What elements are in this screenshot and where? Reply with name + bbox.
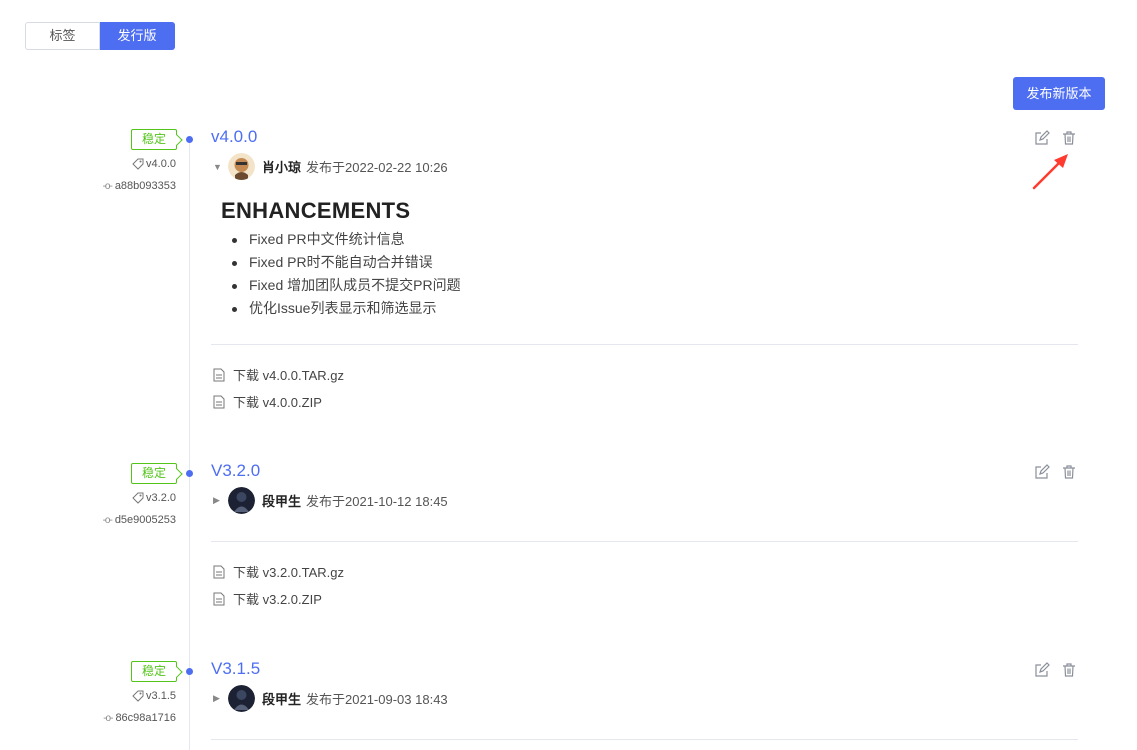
file-icon [213,565,225,578]
trash-icon[interactable] [1061,130,1077,146]
tag-icon [132,690,144,702]
expand-caret-icon[interactable]: ▶ [213,693,225,704]
expand-caret-icon[interactable]: ▶ [213,495,225,506]
release-tag-label: v4.0.0 [146,158,176,170]
new-release-button[interactable]: 发布新版本 [1013,77,1105,110]
release-tag[interactable]: v3.2.0 [132,492,176,504]
release-actions [1034,662,1077,678]
list-item: Fixed PR时不能自动合并错误 [230,251,461,274]
list-item: Fixed 增加团队成员不提交PR问题 [230,274,461,297]
tag-icon [132,158,144,170]
release-date: 发布于2021-09-03 18:43 [306,692,448,707]
tab-tags[interactable]: 标签 [25,22,100,50]
release-meta: ▶ 段甲生 发布于2021-10-12 18:45 [213,487,448,514]
release-commit[interactable]: -o- d5e9005253 [103,514,176,526]
download-link-zip[interactable]: 下载 v3.2.0.ZIP [213,585,344,612]
release-actions [1034,464,1077,480]
edit-icon[interactable] [1034,130,1050,146]
stable-badge: 稳定 [131,463,177,484]
tab-releases[interactable]: 发行版 [100,22,175,50]
timeline-dot [186,668,193,675]
release-date: 发布于2022-02-22 10:26 [306,160,448,175]
download-label: 下载 v3.2.0.ZIP [233,592,322,607]
release-commit-label: a88b093353 [114,180,176,192]
release-tag[interactable]: v3.1.5 [132,690,176,702]
release-tag-label: v3.1.5 [146,690,176,702]
divider [211,344,1078,345]
download-label: 下载 v4.0.0.ZIP [233,395,322,410]
download-link-tar[interactable]: 下载 v3.2.0.TAR.gz [213,558,344,585]
avatar[interactable] [228,685,255,712]
release-title[interactable]: V3.2.0 [211,461,260,481]
avatar[interactable] [228,487,255,514]
release-tabs: 标签 发行版 [25,22,175,50]
commit-icon: -o- [102,180,113,192]
release-downloads: 下载 v3.2.0.TAR.gz 下载 v3.2.0.ZIP [213,558,344,612]
download-link-tar[interactable]: 下载 v4.0.0.TAR.gz [213,361,344,388]
release-commit-label: 86c98a1716 [115,712,176,724]
commit-icon: -o- [103,712,113,724]
list-item: 优化Issue列表显示和筛选显示 [230,297,461,320]
divider [211,739,1078,740]
file-icon [213,368,225,381]
file-icon [213,395,225,408]
divider [211,541,1078,542]
annotation-arrow-icon [1032,154,1068,190]
stable-badge: 稳定 [131,661,177,682]
release-notes: ENHANCEMENTS Fixed PR中文件统计信息 Fixed PR时不能… [221,198,461,320]
edit-icon[interactable] [1034,662,1050,678]
release-author[interactable]: 段甲生 [262,491,301,510]
release-actions [1034,130,1077,146]
release-title[interactable]: v4.0.0 [211,127,257,147]
collapse-caret-icon[interactable]: ▼ [213,162,225,172]
list-item: Fixed PR中文件统计信息 [230,228,461,251]
release-author[interactable]: 肖小琼 [262,157,301,176]
release-tag[interactable]: v4.0.0 [132,158,176,170]
release-notes-list: Fixed PR中文件统计信息 Fixed PR时不能自动合并错误 Fixed … [230,228,461,320]
download-link-zip[interactable]: 下载 v4.0.0.ZIP [213,388,344,415]
download-label: 下载 v3.2.0.TAR.gz [233,565,345,580]
stable-badge: 稳定 [131,129,177,150]
release-tag-label: v3.2.0 [146,492,176,504]
release-commit-label: d5e9005253 [114,514,176,526]
commit-icon: -o- [102,514,113,526]
timeline-dot [186,470,193,477]
release-author[interactable]: 段甲生 [262,689,301,708]
file-icon [213,592,225,605]
timeline-dot [186,136,193,143]
tag-icon [132,492,144,504]
avatar[interactable] [228,153,255,180]
release-date: 发布于2021-10-12 18:45 [306,494,448,509]
release-downloads: 下载 v4.0.0.TAR.gz 下载 v4.0.0.ZIP [213,361,344,415]
release-title[interactable]: V3.1.5 [211,659,260,679]
download-label: 下载 v4.0.0.TAR.gz [233,368,345,383]
trash-icon[interactable] [1061,464,1077,480]
trash-icon[interactable] [1061,662,1077,678]
release-meta: ▼ 肖小琼 发布于2022-02-22 10:26 [213,153,448,180]
edit-icon[interactable] [1034,464,1050,480]
release-commit[interactable]: -o- a88b093353 [103,180,176,192]
release-commit[interactable]: -o- 86c98a1716 [103,712,176,724]
timeline-line [189,140,190,750]
release-notes-heading: ENHANCEMENTS [221,198,411,223]
release-meta: ▶ 段甲生 发布于2021-09-03 18:43 [213,685,448,712]
